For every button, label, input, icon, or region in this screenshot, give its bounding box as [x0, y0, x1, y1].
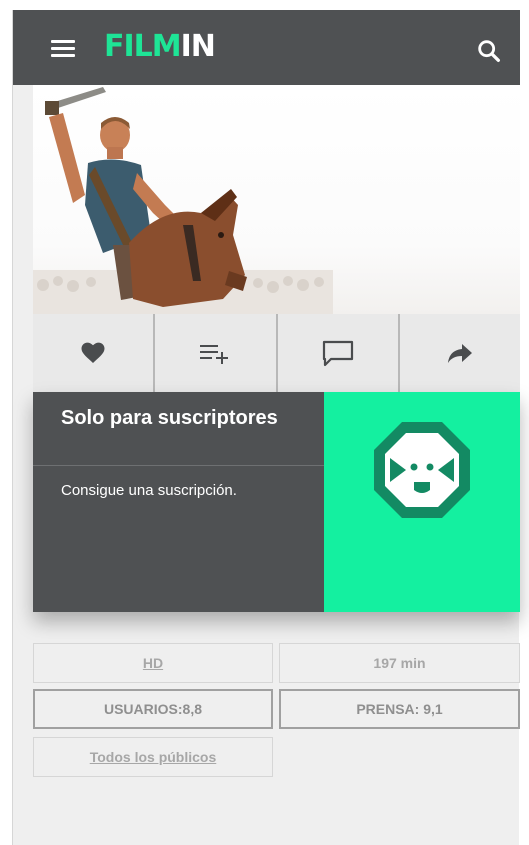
- app-frame: FILMIN Solo para suscriptores Consigue u…: [12, 10, 520, 845]
- age-rating-text: Todos los públicos: [89, 749, 217, 765]
- subscription-title: Solo para suscriptores: [61, 407, 278, 429]
- subscription-info-panel: Solo para suscriptores Consigue una susc…: [33, 392, 324, 612]
- share-arrow-icon: [447, 344, 472, 363]
- comments-button[interactable]: [278, 314, 400, 392]
- card-divider: [33, 465, 324, 466]
- heart-icon: [81, 342, 105, 363]
- filmin-dog-mascot-icon: [374, 422, 470, 518]
- comment-icon: [322, 340, 353, 367]
- subscription-mascot-panel: [324, 392, 520, 612]
- gladiator-illustration: [33, 87, 333, 315]
- quality-text: HD: [142, 655, 164, 671]
- press-rating-button[interactable]: PRENSA: 9,1: [279, 689, 520, 729]
- subscription-card[interactable]: Solo para suscriptores Consigue una susc…: [33, 392, 520, 612]
- playlist-add-icon: [200, 345, 229, 364]
- hamburger-menu-icon[interactable]: [51, 40, 75, 57]
- search-icon[interactable]: [475, 37, 503, 65]
- filmin-logo[interactable]: FILMIN: [104, 29, 216, 64]
- user-rating-button[interactable]: USUARIOS:8,8: [33, 689, 273, 729]
- logo-in-text: IN: [180, 29, 216, 64]
- action-bar: [33, 314, 520, 392]
- share-button[interactable]: [400, 314, 520, 392]
- logo-film-text: FILM: [104, 29, 182, 64]
- movie-poster-image[interactable]: [33, 85, 520, 315]
- duration-text: 197 min: [373, 655, 426, 671]
- press-rating-text: PRENSA: 9,1: [356, 701, 443, 717]
- user-rating-text: USUARIOS:8,8: [103, 701, 203, 717]
- top-app-bar: FILMIN: [13, 10, 520, 85]
- add-to-list-button[interactable]: [155, 314, 278, 392]
- duration-badge: 197 min: [279, 643, 520, 683]
- subscribe-link[interactable]: Consigue una suscripción.: [61, 482, 237, 499]
- favorite-button[interactable]: [33, 314, 156, 392]
- age-rating-badge: Todos los públicos: [33, 737, 273, 777]
- quality-badge: HD: [33, 643, 273, 683]
